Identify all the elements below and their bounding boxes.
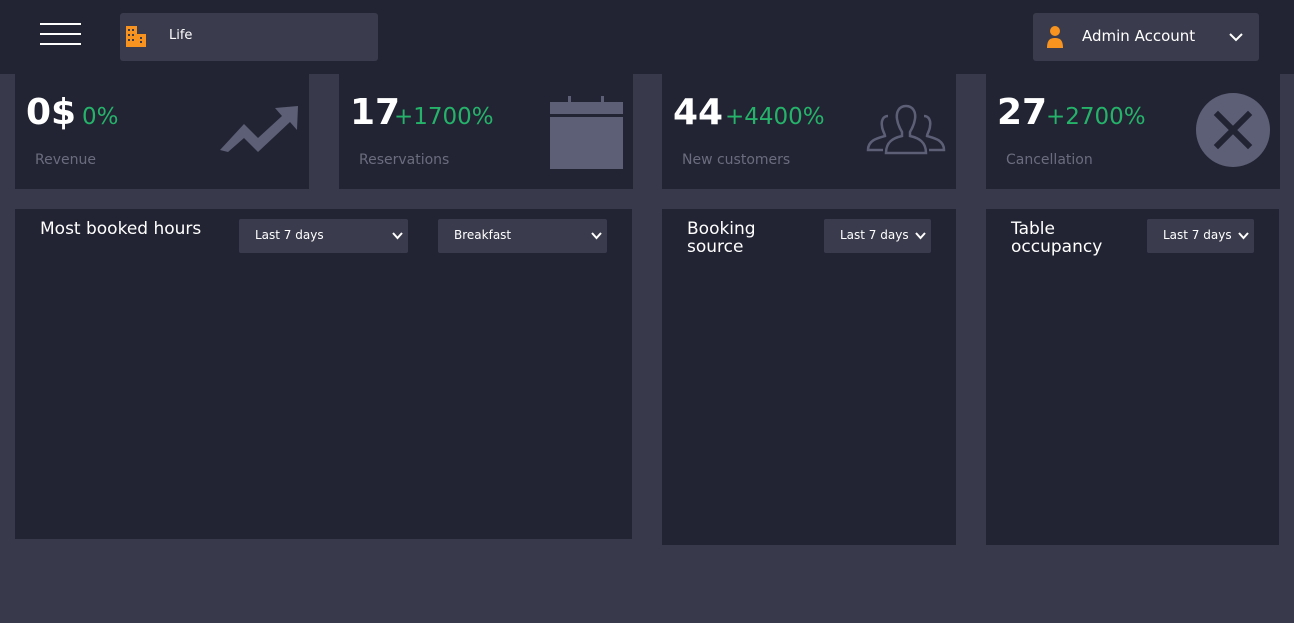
stat-label: Cancellation	[1006, 152, 1093, 168]
account-name: Admin Account	[1082, 27, 1196, 45]
trending-up-icon	[220, 106, 298, 152]
panel-title-line: source	[687, 237, 744, 257]
venue-selector[interactable]: Life	[120, 13, 378, 61]
table-occupancy-panel: Table occupancy Last 7 days	[986, 209, 1279, 545]
menu-icon[interactable]	[40, 22, 81, 46]
panel-title: Most booked hours	[40, 219, 202, 239]
users-icon	[866, 104, 946, 155]
panel-title: Booking source	[687, 220, 756, 256]
stat-change: +4400%	[725, 104, 825, 130]
cancellation-card: 27 +2700% Cancellation	[986, 74, 1280, 189]
stat-label: New customers	[682, 152, 791, 168]
range-dropdown[interactable]: Last 7 days	[824, 219, 931, 253]
dropdown-value: Breakfast	[454, 228, 512, 242]
chevron-down-icon	[1238, 232, 1249, 240]
account-menu[interactable]: Admin Account	[1033, 13, 1259, 61]
stat-change: +1700%	[394, 104, 494, 130]
user-icon	[1047, 26, 1063, 48]
range-dropdown[interactable]: Last 7 days	[1147, 219, 1254, 253]
stat-change: +2700%	[1046, 104, 1146, 130]
chevron-down-icon	[1229, 33, 1243, 42]
dropdown-value: Last 7 days	[1163, 228, 1232, 242]
meal-dropdown[interactable]: Breakfast	[438, 219, 607, 253]
stat-value: 0$	[26, 92, 77, 133]
dropdown-value: Last 7 days	[255, 228, 324, 242]
stat-value: 44	[673, 92, 724, 133]
dropdown-value: Last 7 days	[840, 228, 909, 242]
range-dropdown[interactable]: Last 7 days	[239, 219, 408, 253]
booking-source-panel: Booking source Last 7 days	[662, 209, 956, 545]
panel-title: Table occupancy	[1011, 220, 1102, 256]
stat-change: 0%	[82, 104, 119, 130]
stat-label: Revenue	[35, 152, 96, 168]
reservations-card: 17 +1700% Reservations	[339, 74, 633, 189]
calendar-icon	[550, 96, 623, 169]
close-circle-icon	[1196, 93, 1270, 167]
panel-title-line: Booking	[687, 219, 756, 239]
chevron-down-icon	[915, 232, 926, 240]
top-bar: Life Admin Account	[0, 0, 1294, 74]
panel-title-line: occupancy	[1011, 237, 1103, 257]
chevron-down-icon	[392, 232, 403, 240]
chevron-down-icon	[591, 232, 602, 240]
building-icon	[126, 26, 146, 47]
most-booked-hours-panel: Most booked hours Last 7 days Breakfast	[15, 209, 632, 539]
venue-name: Life	[169, 28, 193, 43]
new-customers-card: 44 +4400% New customers	[662, 74, 956, 189]
revenue-card: 0$ 0% Revenue	[15, 74, 309, 189]
stat-value: 27	[997, 92, 1048, 133]
stat-value: 17	[350, 92, 401, 133]
stat-label: Reservations	[359, 152, 450, 168]
panel-title-line: Table	[1011, 219, 1055, 239]
